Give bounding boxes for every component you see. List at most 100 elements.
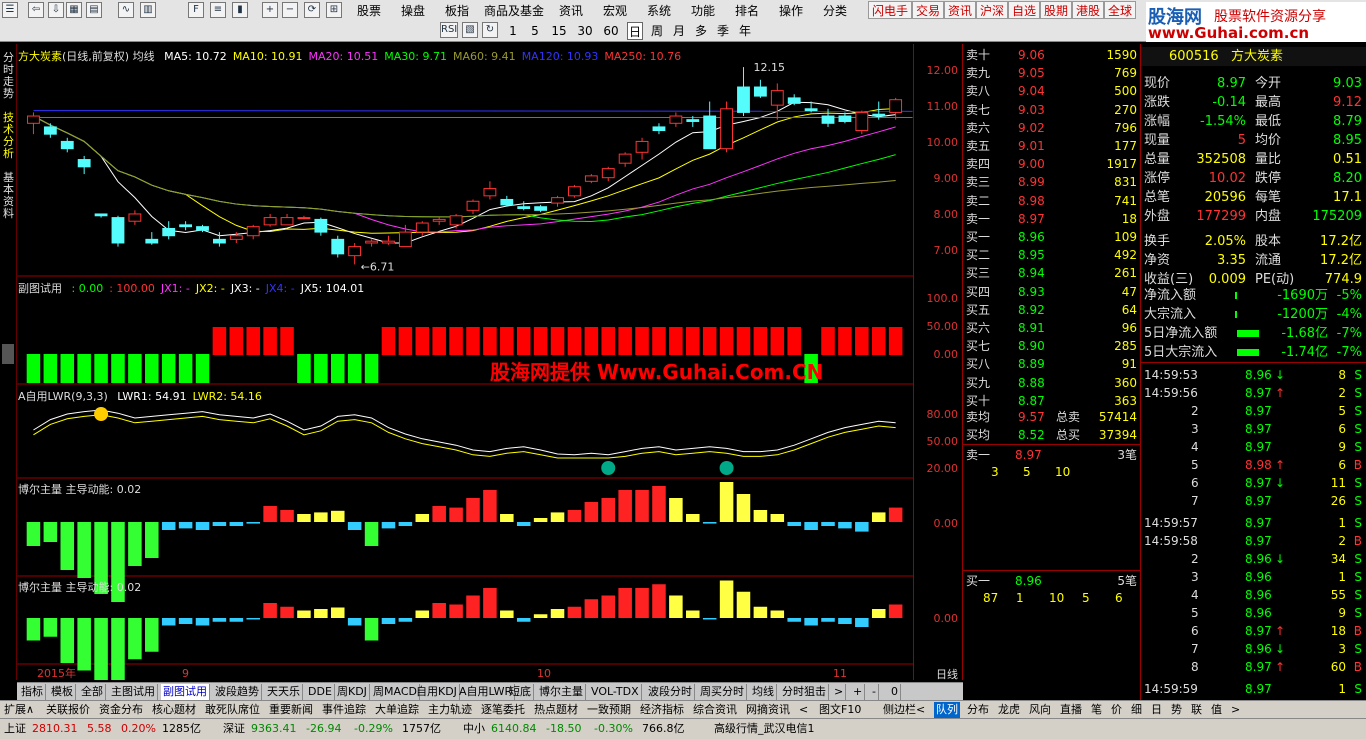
cycle-icon[interactable]: ↻ — [482, 22, 498, 38]
stats-icon[interactable]: ≡ — [210, 2, 226, 18]
indicator-tab-4[interactable]: 副图试用 — [161, 684, 210, 700]
menu-2[interactable]: 板指 — [438, 2, 476, 20]
module-tab-12[interactable]: 经济指标 — [638, 702, 686, 718]
period-10[interactable]: 年 — [737, 22, 753, 40]
module-tab-22[interactable]: 直播 — [1058, 702, 1084, 718]
module-tab-3[interactable]: 核心题材 — [150, 702, 198, 718]
indicator-tab-8[interactable]: 周KDJ — [335, 684, 370, 700]
quick-link-3[interactable]: 沪深 — [976, 1, 1009, 19]
indicator-tab-6[interactable]: 天天乐 — [265, 684, 303, 700]
indicator-tab-18[interactable]: 分时狙击 — [780, 684, 829, 700]
indicator-tab-16[interactable]: 周买分时 — [698, 684, 747, 700]
module-tab-8[interactable]: 主力轨迹 — [426, 702, 474, 718]
indicator-tab-3[interactable]: 主图试用 — [109, 684, 158, 700]
module-tab-28[interactable]: 联 — [1189, 702, 1204, 718]
zoom-out-icon[interactable]: − — [282, 2, 298, 18]
module-tab-30[interactable]: > — [1229, 702, 1242, 718]
f10-icon[interactable]: F — [188, 2, 204, 18]
quick-link-5[interactable]: 股期 — [1040, 1, 1073, 19]
quick-link-4[interactable]: 自选 — [1008, 1, 1041, 19]
quick-link-0[interactable]: 闪电手 — [868, 1, 913, 19]
period-1[interactable]: 5 — [527, 22, 543, 40]
module-tab-15[interactable]: < — [797, 702, 810, 718]
module-tab-29[interactable]: 值 — [1209, 702, 1224, 718]
menu-icon[interactable]: ☰ — [2, 2, 18, 18]
indicator-tab-1[interactable]: 模板 — [49, 684, 76, 700]
rsi-button[interactable]: RSI — [440, 22, 458, 38]
down-arrow-icon[interactable]: ⇩ — [48, 2, 64, 18]
table-icon[interactable]: ▥ — [140, 2, 156, 18]
period-7[interactable]: 月 — [671, 22, 687, 40]
zoom-in-icon[interactable]: + — [262, 2, 278, 18]
menu-6[interactable]: 系统 — [640, 2, 678, 20]
indicator-tab-17[interactable]: 均线 — [750, 684, 777, 700]
module-tab-2[interactable]: 资金分布 — [97, 702, 145, 718]
period-2[interactable]: 15 — [549, 22, 569, 40]
indicator-tab-2[interactable]: 全部 — [79, 684, 106, 700]
menu-8[interactable]: 排名 — [728, 2, 766, 20]
indicator-tab-14[interactable]: VOL-TDX — [589, 684, 642, 700]
stack-icon[interactable]: ▧ — [462, 22, 478, 38]
module-tab-5[interactable]: 重要新闻 — [267, 702, 315, 718]
module-tab-25[interactable]: 细 — [1129, 702, 1144, 718]
quick-link-2[interactable]: 资讯 — [944, 1, 977, 19]
grid-icon[interactable]: ▦ — [66, 2, 82, 18]
menu-0[interactable]: 股票 — [350, 2, 388, 20]
indicator-tab-22[interactable]: 0 — [889, 684, 901, 700]
quick-link-1[interactable]: 交易 — [912, 1, 945, 19]
menu-4[interactable]: 资讯 — [552, 2, 590, 20]
indicator-tab-5[interactable]: 波段趋势 — [213, 684, 262, 700]
module-tab-19[interactable]: 分布 — [965, 702, 991, 718]
menu-10[interactable]: 分类 — [816, 2, 854, 20]
module-tab-23[interactable]: 笔 — [1089, 702, 1104, 718]
tab-technical[interactable]: 技术分析 — [1, 112, 16, 160]
menu-3[interactable]: 商品及基金 — [482, 2, 546, 20]
quick-link-7[interactable]: 全球 — [1104, 1, 1137, 19]
module-tab-6[interactable]: 事件追踪 — [320, 702, 368, 718]
module-tab-11[interactable]: 一致预期 — [585, 702, 633, 718]
module-tab-21[interactable]: 风向 — [1027, 702, 1053, 718]
indicator-tab-9[interactable]: 周MACD — [371, 684, 420, 700]
back-arrow-icon[interactable]: ⇦ — [28, 2, 44, 18]
tab-fundamental[interactable]: 基本资料 — [1, 172, 16, 220]
period-8[interactable]: 多 — [693, 22, 709, 40]
module-tab-17[interactable]: 侧边栏< — [881, 702, 927, 718]
module-tab-4[interactable]: 敢死队席位 — [203, 702, 262, 718]
indicator-icon[interactable]: ⊞ — [326, 2, 342, 18]
list-icon[interactable]: ▤ — [86, 2, 102, 18]
module-tab-18[interactable]: 队列 — [934, 702, 960, 718]
period-6[interactable]: 周 — [649, 22, 665, 40]
collapse-handle[interactable] — [2, 344, 14, 364]
period-0[interactable]: 1 — [505, 22, 521, 40]
period-5[interactable]: 日 — [627, 22, 643, 40]
module-tab-7[interactable]: 大单追踪 — [373, 702, 421, 718]
menu-7[interactable]: 功能 — [684, 2, 722, 20]
module-tab-27[interactable]: 势 — [1169, 702, 1184, 718]
indicator-tab-12[interactable]: 短底 — [507, 684, 534, 700]
indicator-tab-10[interactable]: 自用KDJ — [414, 684, 460, 700]
module-tab-1[interactable]: 关联报价 — [44, 702, 92, 718]
module-tab-0[interactable]: 扩展∧ — [2, 702, 36, 718]
menu-5[interactable]: 宏观 — [596, 2, 634, 20]
indicator-tab-13[interactable]: 博尔主量 — [537, 684, 586, 700]
bar-chart-icon[interactable]: ▮ — [232, 2, 248, 18]
period-3[interactable]: 30 — [575, 22, 595, 40]
module-tab-13[interactable]: 综合资讯 — [691, 702, 739, 718]
indicator-tab-7[interactable]: DDE — [306, 684, 335, 700]
module-tab-14[interactable]: 网摘资讯 — [744, 702, 792, 718]
indicator-tab-20[interactable]: + — [851, 684, 866, 700]
quick-link-6[interactable]: 港股 — [1072, 1, 1105, 19]
module-tab-20[interactable]: 龙虎 — [996, 702, 1022, 718]
indicator-tab-15[interactable]: 波段分时 — [646, 684, 695, 700]
refresh-icon[interactable]: ⟳ — [304, 2, 320, 18]
period-9[interactable]: 季 — [715, 22, 731, 40]
period-4[interactable]: 60 — [601, 22, 621, 40]
menu-9[interactable]: 操作 — [772, 2, 810, 20]
module-tab-10[interactable]: 热点题材 — [532, 702, 580, 718]
module-tab-26[interactable]: 日 — [1149, 702, 1164, 718]
module-tab-24[interactable]: 价 — [1109, 702, 1124, 718]
module-tab-16[interactable]: 图文F10 — [817, 702, 863, 718]
line-chart-icon[interactable]: ∿ — [118, 2, 134, 18]
indicator-tab-0[interactable]: 指标 — [19, 684, 46, 700]
menu-1[interactable]: 操盘 — [394, 2, 432, 20]
